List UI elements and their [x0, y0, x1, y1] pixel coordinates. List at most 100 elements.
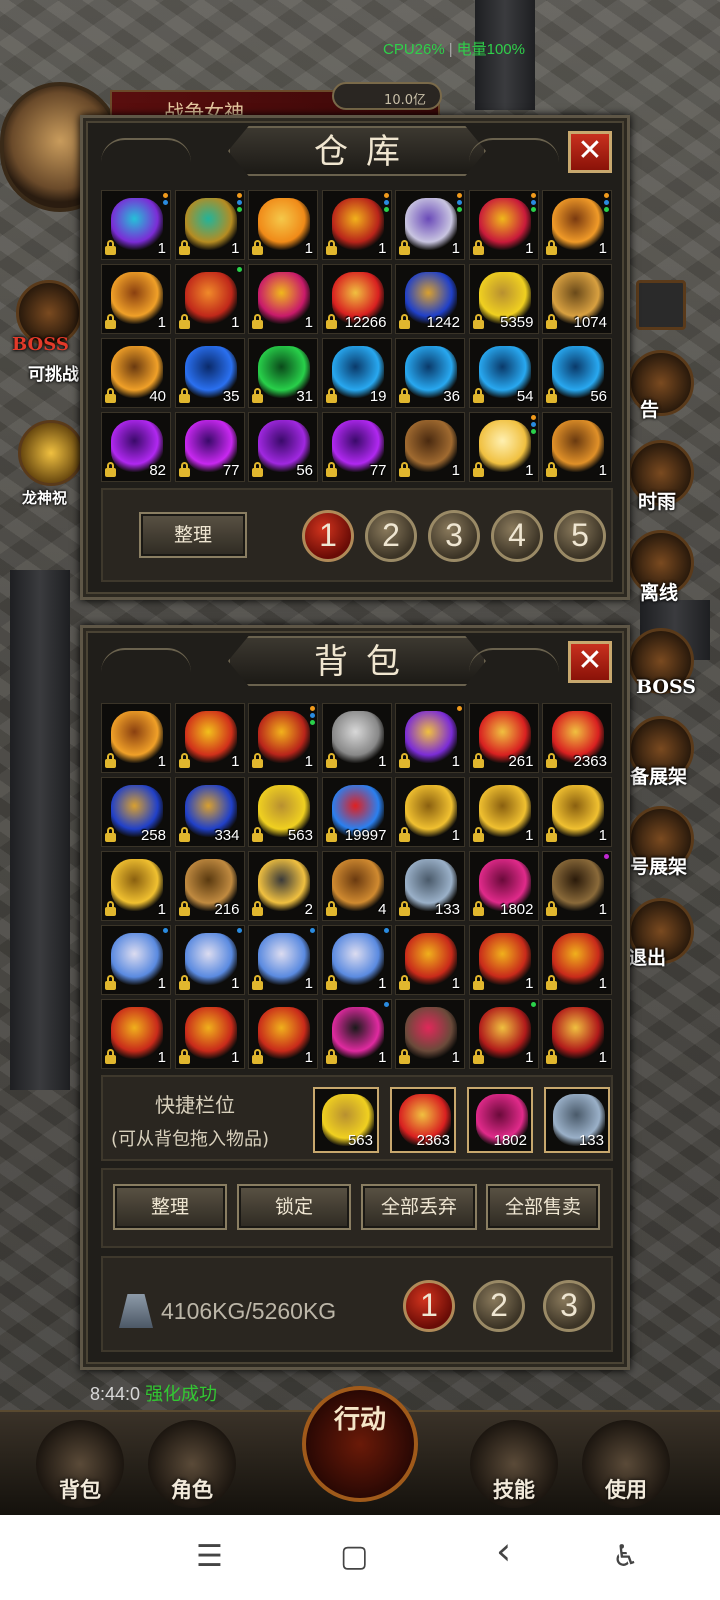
- item-slot[interactable]: 36: [395, 338, 465, 408]
- item-slot[interactable]: 12266: [321, 264, 392, 334]
- item-slot[interactable]: 1: [101, 264, 171, 334]
- quality-dots: [310, 928, 315, 935]
- item-slot[interactable]: 35: [174, 338, 245, 408]
- item-slot[interactable]: 1: [248, 190, 318, 260]
- item-slot[interactable]: 1: [395, 999, 465, 1069]
- item-slot[interactable]: 1: [395, 925, 465, 995]
- pink-amulet-icon: [331, 1007, 384, 1059]
- item-slot[interactable]: 133: [395, 851, 465, 921]
- item-slot[interactable]: 82: [101, 412, 171, 482]
- bag-page-3[interactable]: 3: [543, 1280, 595, 1332]
- accessibility-icon[interactable]: ♿: [612, 1539, 639, 1574]
- bag-page-1[interactable]: 1: [403, 1280, 455, 1332]
- item-slot[interactable]: 1: [101, 999, 171, 1069]
- item-slot[interactable]: 258: [101, 777, 171, 847]
- home-icon[interactable]: ▢: [340, 1539, 368, 1574]
- bag-menu-button[interactable]: 背包: [36, 1420, 124, 1508]
- discard-all-button[interactable]: 全部丢弃: [361, 1184, 477, 1230]
- quality-dot: [457, 706, 462, 711]
- item-slot[interactable]: 77: [174, 412, 245, 482]
- item-slot[interactable]: 1: [395, 190, 465, 260]
- item-slot[interactable]: 1: [395, 412, 465, 482]
- item-slot[interactable]: 1: [174, 925, 245, 995]
- item-slot[interactable]: 1: [468, 190, 539, 260]
- quick-slot[interactable]: 1802: [467, 1087, 533, 1153]
- item-slot[interactable]: 1: [395, 777, 465, 847]
- bag-lock-button[interactable]: 锁定: [237, 1184, 351, 1230]
- menu-icon[interactable]: ☰: [196, 1539, 223, 1574]
- item-slot[interactable]: 1: [248, 999, 318, 1069]
- warehouse-page-2[interactable]: 2: [365, 510, 417, 562]
- bag-close-button[interactable]: ✕: [568, 641, 612, 683]
- item-slot[interactable]: 2363: [542, 703, 612, 773]
- item-slot[interactable]: 1: [248, 703, 318, 773]
- item-slot[interactable]: 1: [321, 925, 392, 995]
- item-slot[interactable]: 1242: [395, 264, 465, 334]
- item-slot[interactable]: 1: [174, 264, 245, 334]
- warehouse-page-4[interactable]: 4: [491, 510, 543, 562]
- item-slot[interactable]: 54: [468, 338, 539, 408]
- item-slot[interactable]: 77: [321, 412, 392, 482]
- item-slot[interactable]: 1: [101, 851, 171, 921]
- item-slot[interactable]: 31: [248, 338, 318, 408]
- item-slot[interactable]: 2: [248, 851, 318, 921]
- skill-menu-button[interactable]: 技能: [470, 1420, 558, 1508]
- warehouse-sort-button[interactable]: 整理: [139, 512, 247, 558]
- collapse-up-button[interactable]: [636, 280, 686, 330]
- item-slot[interactable]: 1: [542, 412, 612, 482]
- item-slot[interactable]: 1: [174, 703, 245, 773]
- item-slot[interactable]: 334: [174, 777, 245, 847]
- item-slot[interactable]: 1: [101, 703, 171, 773]
- item-slot[interactable]: 19997: [321, 777, 392, 847]
- item-quantity: 1: [598, 827, 607, 844]
- item-slot[interactable]: 1: [468, 412, 539, 482]
- item-slot[interactable]: 1074: [542, 264, 612, 334]
- dragon-blessing-icon[interactable]: [18, 420, 84, 486]
- item-slot[interactable]: 1: [468, 999, 539, 1069]
- quick-slot[interactable]: 133: [544, 1087, 610, 1153]
- item-slot[interactable]: 1: [101, 190, 171, 260]
- item-slot[interactable]: 1: [542, 925, 612, 995]
- quick-slot[interactable]: 2363: [390, 1087, 456, 1153]
- item-slot[interactable]: 1: [321, 999, 392, 1069]
- bag-page-2[interactable]: 2: [473, 1280, 525, 1332]
- quick-slot[interactable]: 563: [313, 1087, 379, 1153]
- item-slot[interactable]: 1: [174, 190, 245, 260]
- back-icon[interactable]: ‹: [496, 1529, 511, 1573]
- item-slot[interactable]: 261: [468, 703, 539, 773]
- item-slot[interactable]: 1: [174, 999, 245, 1069]
- item-slot[interactable]: 56: [248, 412, 318, 482]
- item-slot[interactable]: 1: [542, 851, 612, 921]
- item-slot[interactable]: 1: [468, 777, 539, 847]
- notice-icon[interactable]: [628, 350, 694, 416]
- item-slot[interactable]: 1: [321, 703, 392, 773]
- item-slot[interactable]: 1: [248, 264, 318, 334]
- warehouse-page-5[interactable]: 5: [554, 510, 606, 562]
- item-slot[interactable]: 1: [395, 703, 465, 773]
- bag-sort-button[interactable]: 整理: [113, 1184, 227, 1230]
- action-button[interactable]: 行动: [302, 1386, 418, 1502]
- item-slot[interactable]: 56: [542, 338, 612, 408]
- item-slot[interactable]: 40: [101, 338, 171, 408]
- item-slot[interactable]: 1: [321, 190, 392, 260]
- item-slot[interactable]: 1: [542, 777, 612, 847]
- item-slot[interactable]: 1: [542, 999, 612, 1069]
- use-menu-button[interactable]: 使用: [582, 1420, 670, 1508]
- quick-slot-hint: (可从背包拖入物品): [111, 1129, 270, 1150]
- bag-weight-bar: 4106KG/5260KG 1 2 3: [101, 1256, 613, 1352]
- warehouse-page-1[interactable]: 1: [302, 510, 354, 562]
- item-slot[interactable]: 1: [468, 925, 539, 995]
- character-menu-button[interactable]: 角色: [148, 1420, 236, 1508]
- item-slot[interactable]: 1: [542, 190, 612, 260]
- item-slot[interactable]: 216: [174, 851, 245, 921]
- sell-all-button[interactable]: 全部售卖: [486, 1184, 600, 1230]
- item-slot[interactable]: 1802: [468, 851, 539, 921]
- item-slot[interactable]: 19: [321, 338, 392, 408]
- warehouse-page-3[interactable]: 3: [428, 510, 480, 562]
- item-slot[interactable]: 563: [248, 777, 318, 847]
- item-slot[interactable]: 4: [321, 851, 392, 921]
- item-slot[interactable]: 1: [248, 925, 318, 995]
- item-slot[interactable]: 1: [101, 925, 171, 995]
- item-slot[interactable]: 5359: [468, 264, 539, 334]
- warehouse-close-button[interactable]: ✕: [568, 131, 612, 173]
